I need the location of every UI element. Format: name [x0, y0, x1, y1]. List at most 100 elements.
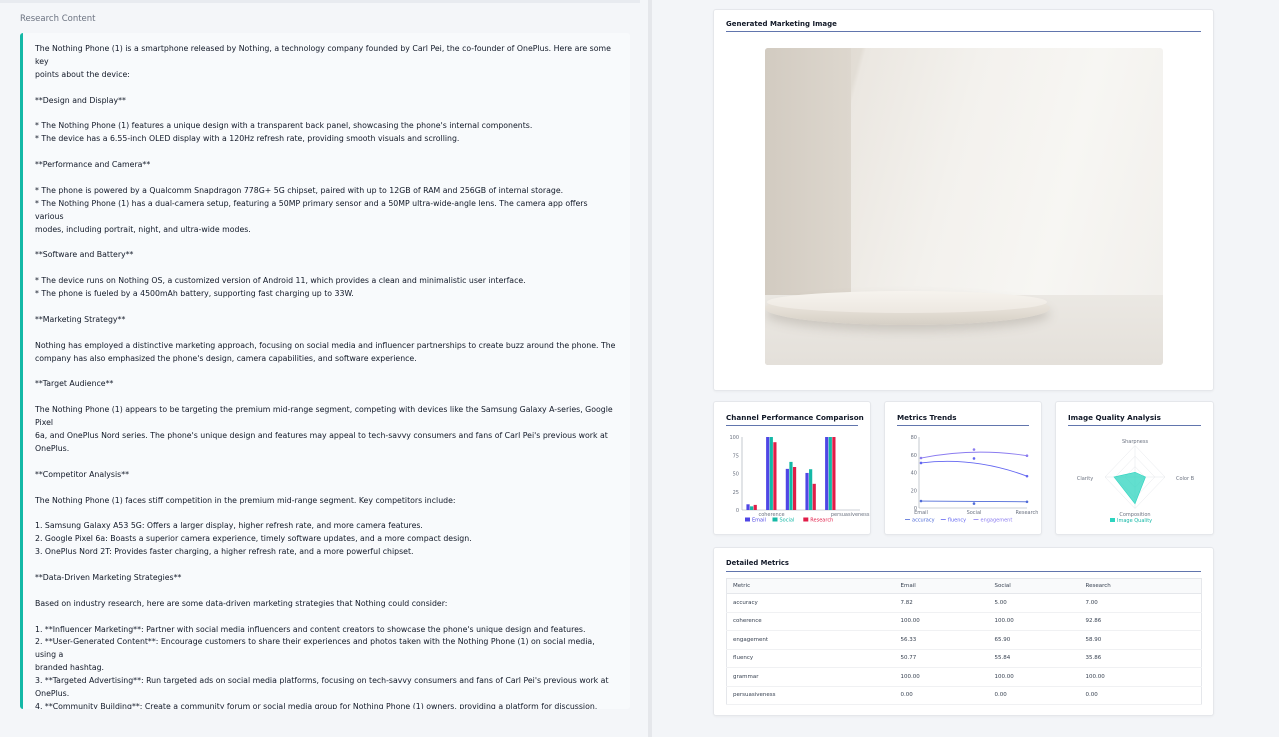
metric-value-cell: 0.00 [894, 686, 989, 705]
research-line: 4. **Community Building**: Create a comm… [35, 701, 598, 709]
research-line: 2. Google Pixel 6a: Boasts a superior ca… [35, 534, 472, 544]
table-row: accuracy 7.82 5.00 7.00 [726, 593, 1202, 613]
marketing-image-card: Generated Marketing Image [713, 9, 1214, 391]
metric-value-cell: 0.00 [988, 686, 1080, 705]
research-line: 2. **User-Generated Content**: Encourage… [35, 637, 595, 660]
title-rule [726, 571, 1201, 572]
research-line: The Nothing Phone (1) faces stiff compet… [35, 495, 456, 505]
research-line: OnePlus. [35, 689, 70, 699]
research-line: The Nothing Phone (1) is a smartphone re… [35, 44, 611, 66]
research-content-box[interactable]: The Nothing Phone (1) is a smartphone re… [20, 33, 630, 709]
research-line: OnePlus. [35, 443, 70, 453]
legend-label: Image Quality [1117, 518, 1152, 524]
radar-series-area [1113, 471, 1146, 505]
metric-value-cell: 7.00 [1079, 593, 1202, 613]
metric-value-cell: 56.33 [894, 630, 989, 650]
title-rule [726, 31, 1201, 32]
bar-email-fluency [805, 472, 809, 510]
legend-label: Research [810, 518, 833, 524]
research-paragraph: **Design and Display** [35, 95, 618, 108]
quality-radar-chart[interactable]: SharpnessColor BCompositionClarityImage … [1056, 402, 1215, 536]
legend-swatch [745, 517, 750, 522]
line-point-accuracy [919, 499, 923, 503]
column-header: Research [1079, 578, 1202, 594]
research-line: * The phone is fueled by a 4500mAh batte… [35, 289, 354, 299]
research-line: * The phone is powered by a Qualcomm Sna… [35, 185, 564, 195]
detailed-metrics-card: Detailed Metrics Metric Email Social Res… [713, 547, 1214, 716]
bar-social-fluency [809, 469, 813, 510]
channel-bar-chart[interactable]: 0255075100coherence persuasivenessEmail So… [714, 402, 872, 536]
legend-label: Email [752, 518, 766, 524]
research-line: **Software and Battery** [35, 250, 134, 260]
y-tick-label: 60 [911, 453, 917, 459]
metric-value-cell: 92.86 [1079, 612, 1202, 631]
metric-name-cell: coherence [726, 612, 895, 631]
metric-value-cell: 100.00 [1079, 667, 1202, 687]
metric-value-cell: 100.00 [988, 612, 1080, 631]
legend-swatch [803, 517, 809, 522]
research-line: **Marketing Strategy** [35, 314, 126, 324]
line-point-fluency [919, 461, 923, 465]
generated-marketing-image[interactable] [765, 48, 1163, 365]
bar-social-coherence [769, 437, 773, 510]
metric-value-cell: 5.00 [988, 593, 1080, 613]
bar-social-grammar [828, 437, 832, 510]
metric-value-cell: 0.00 [1079, 686, 1202, 705]
research-paragraph: **Marketing Strategy** [35, 314, 618, 327]
metrics-table: Metric Email Social Research accuracy 7.8… [726, 578, 1202, 705]
research-paragraph: **Data-Driven Marketing Strategies** [35, 572, 618, 585]
research-line: **Target Audience** [35, 379, 114, 389]
legend-swatch [1110, 518, 1115, 522]
column-header: Metric [726, 578, 895, 594]
y-tick-label: 75 [733, 453, 739, 459]
line-point-engagement [919, 456, 923, 460]
metrics-trends-card: Metrics Trends 0 20 40 60 80 Email Social Resea… [884, 401, 1042, 535]
metrics-line-chart[interactable]: 020406080Email Social Researchaccuracy flue… [885, 402, 1043, 536]
research-line: * The device runs on Nothing OS, a custo… [35, 276, 526, 286]
metric-name-cell: accuracy [726, 593, 895, 613]
line-point-fluency [972, 457, 976, 460]
research-paragraph: Based on industry research, here are som… [35, 598, 618, 611]
x-tick-label: persuasiveness [831, 512, 870, 518]
research-line: 6a, and OnePlus Nord series. The phone's… [35, 431, 608, 441]
line-point-engagement [972, 448, 976, 451]
legend-label: Social [780, 518, 795, 524]
table-row: persuasiveness 0.00 0.00 0.00 [726, 686, 1202, 705]
research-line: modes, including portrait, night, and ul… [35, 224, 251, 234]
y-tick-label: 100 [729, 435, 739, 441]
research-paragraph: The Nothing Phone (1) appears to be targ… [35, 404, 618, 456]
research-line: * The Nothing Phone (1) has a dual-camer… [35, 198, 588, 221]
legend-label: fluency [948, 518, 966, 524]
research-line: **Data-Driven Marketing Strategies** [35, 572, 182, 582]
research-line: Based on industry research, here are som… [35, 598, 448, 608]
table-row: fluency 50.77 55.84 35.86 [726, 649, 1202, 668]
research-line: * The Nothing Phone (1) features a uniqu… [35, 121, 533, 131]
bar-email-grammar [825, 437, 829, 510]
line-series-engagement [920, 451, 1028, 459]
metric-value-cell: 35.86 [1079, 649, 1202, 668]
card-title: Detailed Metrics [726, 559, 789, 567]
x-tick-label: Social [967, 510, 982, 516]
legend-swatch [772, 517, 778, 522]
bar-email-engagement [785, 468, 789, 510]
bar-research-grammar [832, 437, 836, 510]
research-paragraph: The Nothing Phone (1) is a smartphone re… [35, 43, 618, 82]
table-row: grammar 100.00 100.00 100.00 [726, 667, 1202, 687]
research-line: 3. **Targeted Advertising**: Run targete… [35, 676, 609, 686]
bar-email-coherence [766, 437, 770, 510]
research-paragraph: **Performance and Camera** [35, 159, 618, 172]
results-panel: Generated Marketing Image Channel Perfor… [652, 0, 1279, 737]
research-paragraph: 1. **Influencer Marketing**: Partner wit… [35, 624, 618, 709]
line-series-fluency [920, 460, 1028, 477]
bar-social-engagement [789, 461, 793, 510]
metric-value-cell: 7.82 [894, 593, 989, 613]
metric-name-cell: grammar [726, 667, 895, 687]
bar-research-fluency [812, 483, 816, 510]
radar-axis-label: Color B [1176, 476, 1195, 482]
radar-axis-label: Sharpness [1122, 439, 1148, 445]
column-header: Email [894, 578, 989, 594]
metric-name-cell: engagement [726, 630, 895, 650]
x-tick-label: Research [1016, 510, 1039, 516]
line-series-accuracy [920, 500, 1028, 503]
bar-research-engagement [792, 467, 797, 510]
